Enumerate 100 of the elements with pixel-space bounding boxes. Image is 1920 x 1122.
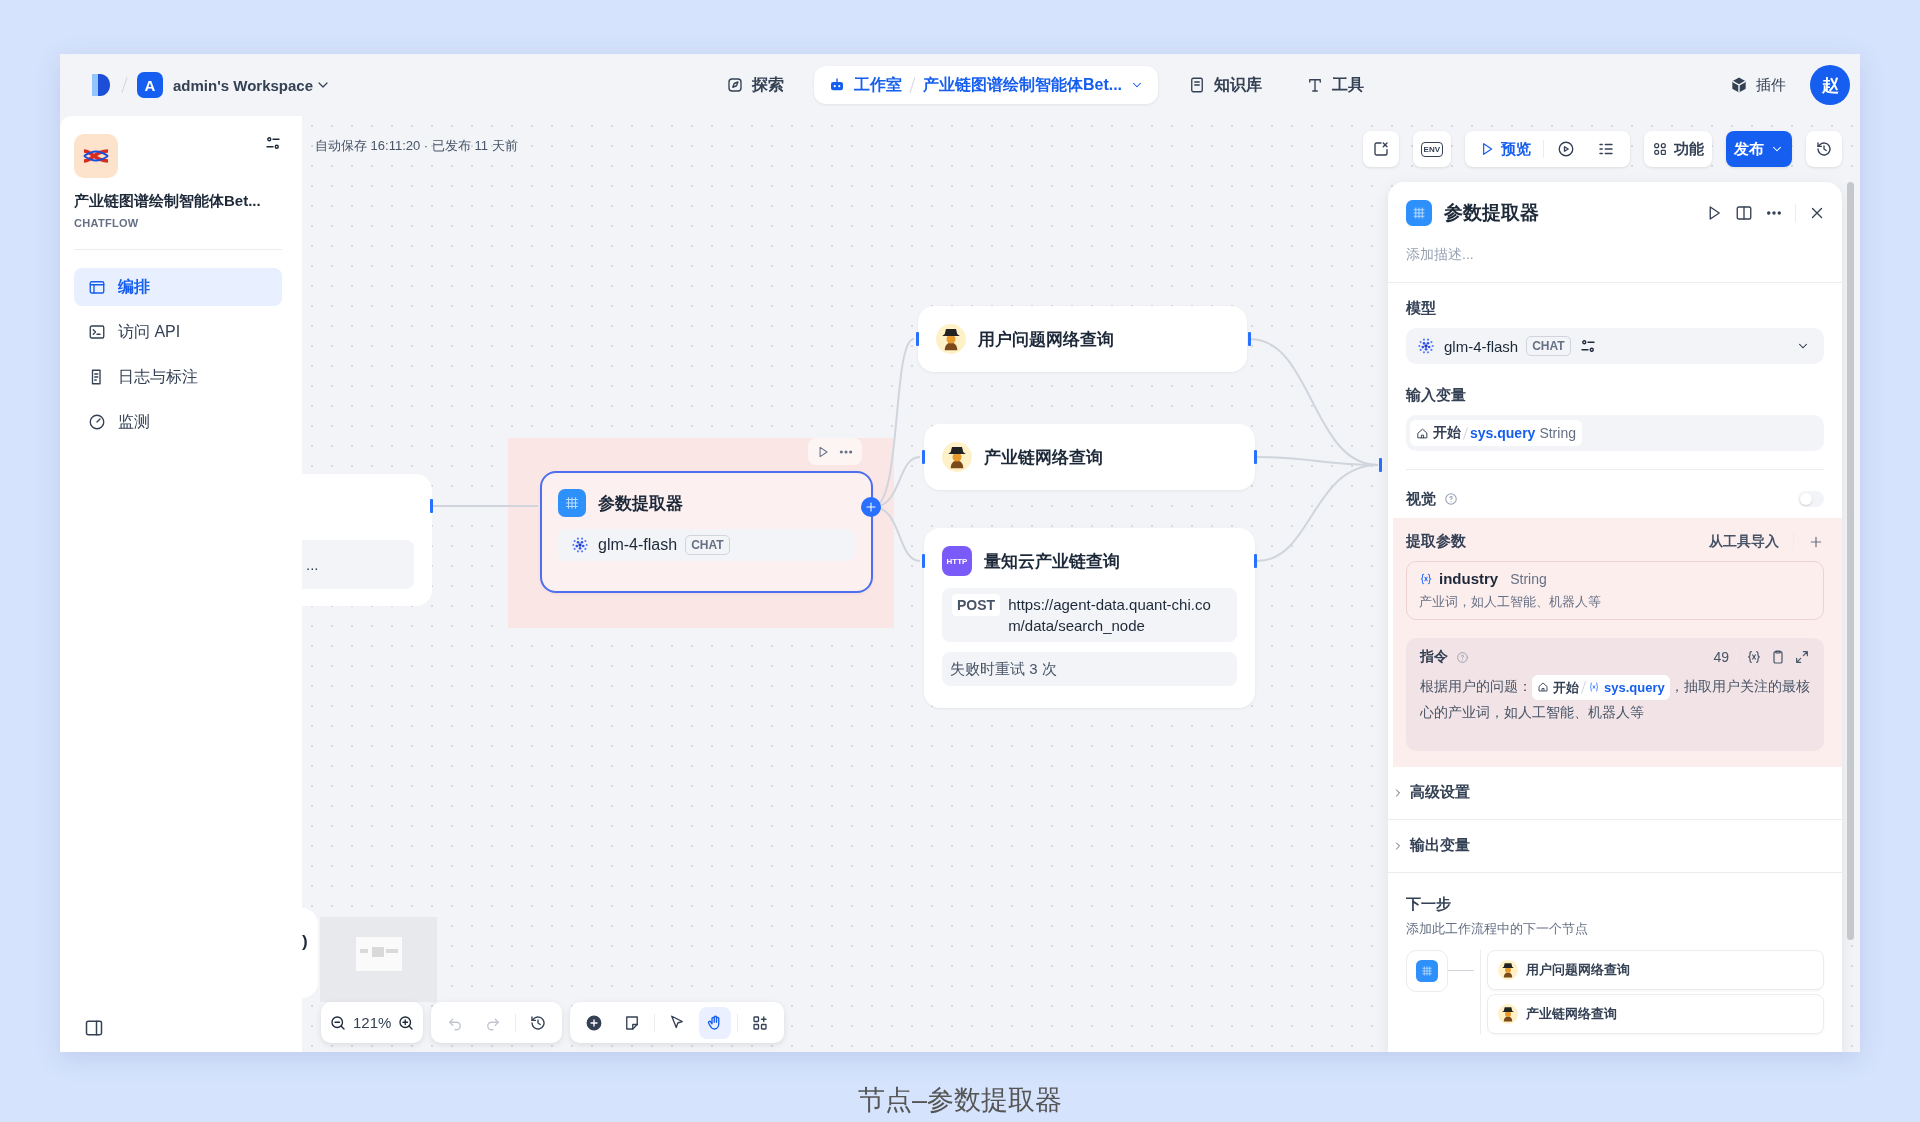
gauge-icon — [88, 413, 106, 431]
edit-box-icon — [1371, 140, 1390, 158]
expand-icon[interactable] — [1794, 649, 1810, 665]
model-select[interactable]: glm-4-flash CHAT — [1406, 328, 1824, 364]
caption: 节点–参数提取器 — [858, 1084, 1062, 1117]
add-icon — [585, 1013, 604, 1032]
node-card[interactable]: 产业链网络查询 — [924, 424, 1255, 490]
field-label: 指令 — [1420, 648, 1448, 666]
source-text: 开始 — [1433, 424, 1461, 442]
variable-field[interactable]: 开始 sys.query String — [1406, 415, 1824, 451]
publish-button[interactable]: 发布 — [1726, 131, 1792, 167]
panel-title: 参数提取器 — [1444, 201, 1540, 225]
save-status: 自动保存 16:11:20 · 已发布 11 天前 — [315, 137, 518, 155]
field-label: 视觉 — [1406, 489, 1436, 509]
clock-play-icon — [1557, 140, 1575, 158]
zoom-level[interactable]: 121% — [353, 1014, 392, 1031]
node-title: 参数提取器 — [598, 492, 683, 515]
hand-button[interactable] — [699, 1006, 732, 1039]
logo-icon[interactable] — [90, 72, 112, 98]
settings-icon[interactable] — [264, 134, 282, 152]
retry-text: 失败时重试 3 次 — [942, 652, 1237, 686]
port-handle[interactable] — [1254, 554, 1257, 568]
section-description: 添加此工作流程中的下一个节点 — [1406, 919, 1589, 938]
grid-square-icon — [558, 489, 586, 517]
nav-tab[interactable]: 工作室 产业链图谱绘制智能体Bet... — [813, 66, 1159, 104]
edit-button[interactable] — [1362, 131, 1399, 167]
grid-square-icon — [1416, 959, 1438, 982]
nav-tab[interactable]: 知识库 — [1174, 66, 1277, 104]
port-handle[interactable] — [430, 499, 433, 513]
hat-figure-icon — [936, 324, 966, 354]
port-handle[interactable] — [916, 332, 919, 346]
description-field[interactable]: 添加描述... — [1406, 246, 1706, 262]
parameter-card[interactable]: industry String 产业词，如人工智能、机器人等 — [1406, 561, 1824, 620]
env-button[interactable]: ENV — [1412, 131, 1451, 167]
grid-plus-icon — [751, 1013, 770, 1032]
app-type: CHATFLOW — [74, 217, 140, 229]
port-handle[interactable] — [1248, 332, 1251, 346]
copy-icon[interactable] — [1770, 649, 1786, 665]
sliders-icon[interactable] — [1578, 337, 1597, 355]
zoom-out-icon[interactable] — [329, 1013, 347, 1032]
model-name: glm-4-flash — [598, 536, 678, 554]
features-button[interactable]: 功能 — [1644, 131, 1712, 167]
port-handle[interactable] — [922, 450, 925, 464]
workspace-switcher[interactable]: admin's Workspace — [173, 76, 331, 94]
app-name[interactable]: 产业链图谱绘制智能体Bet... — [922, 74, 1123, 96]
url-text: https://agent-data.quant-chi.com/data/search_node — [1008, 595, 1212, 636]
node-card[interactable]: 参数提取器 glm-4-flash CHAT — [540, 471, 873, 593]
nav-tab[interactable]: 工具 — [1292, 66, 1379, 104]
user-avatar[interactable]: 赵 — [1810, 65, 1850, 105]
version-history-button[interactable] — [1806, 131, 1842, 167]
mode-tag: CHAT — [685, 535, 730, 555]
port-handle[interactable] — [1254, 450, 1257, 464]
node-card[interactable]: HTTP 量知云产业链查询 POST https://agent-data.quant-chi.com/data/search_node 失败时重试 3 次 — [924, 528, 1255, 708]
port-handle[interactable] — [922, 554, 925, 568]
sparkle-dots-icon — [570, 535, 590, 555]
import-link[interactable]: 从工具导入 — [1709, 532, 1779, 551]
field-label: 提取参数 — [1406, 532, 1467, 551]
variable-name: sys.query — [1470, 425, 1536, 441]
help-icon — [1456, 650, 1469, 664]
features-icon — [1652, 141, 1668, 157]
home-icon — [1416, 426, 1429, 440]
instruction-text: 根据用户的问题： 开始 sys.query ，抽取用户关注的最核心的产业词，如人工智能、机器人等 — [1420, 674, 1810, 725]
help-icon — [1444, 492, 1458, 506]
parameter-type: String — [1510, 570, 1547, 587]
history-icon — [1815, 140, 1833, 158]
node-card[interactable]: ... — [302, 474, 432, 606]
history-icon — [529, 1013, 548, 1032]
nav-tab[interactable]: 探索 — [711, 66, 798, 104]
sidebar-item[interactable]: 编排 — [74, 268, 282, 306]
sidebar-item[interactable]: 访问 API — [74, 313, 282, 351]
cube-icon — [1730, 76, 1748, 94]
vision-toggle[interactable] — [1798, 491, 1824, 507]
character-count: 49 — [1713, 649, 1729, 665]
sidebar-item[interactable]: 监测 — [74, 403, 282, 441]
variable-icon[interactable] — [1746, 649, 1762, 665]
parameter-description: 产业词，如人工智能、机器人等 — [1419, 593, 1602, 611]
field-label: 输入变量 — [1406, 386, 1467, 405]
plugins-link[interactable]: 插件 — [1730, 75, 1786, 95]
compass-icon — [725, 76, 744, 94]
node-title: ) — [302, 932, 308, 951]
workspace-avatar: A — [137, 72, 163, 98]
home-icon — [1537, 681, 1549, 694]
node-card[interactable]: 用户问题网络查询 — [918, 306, 1247, 372]
hat-figure-icon — [1498, 1003, 1518, 1024]
plus-icon — [864, 500, 878, 514]
port-handle[interactable] — [1379, 458, 1382, 472]
sidebar-toggle-icon[interactable] — [84, 1018, 104, 1038]
instruction-editor[interactable]: 指令 49 根据用户的问题： 开始 sys.query ，抽取用户关注的最核心的产业词，如人工智能、机器人等 — [1406, 638, 1824, 751]
hat-figure-icon — [942, 442, 972, 472]
model-name: glm-4-flash — [1444, 337, 1519, 355]
sidebar-item[interactable]: 日志与标注 — [74, 358, 282, 396]
next-node-card[interactable]: 产业链网络查询 — [1487, 993, 1824, 1034]
section-toggle[interactable]: 输出变量 — [1388, 819, 1842, 872]
scrollbar[interactable] — [1847, 182, 1854, 940]
node-title: 用户问题网络查询 — [978, 328, 1114, 351]
next-node-card[interactable]: 用户问题网络查询 — [1487, 949, 1824, 990]
http-badge: HTTP — [942, 546, 972, 576]
node-card[interactable]: ) — [302, 908, 318, 998]
columns-icon[interactable] — [1735, 204, 1753, 222]
section-toggle[interactable]: 高级设置 — [1388, 766, 1842, 819]
